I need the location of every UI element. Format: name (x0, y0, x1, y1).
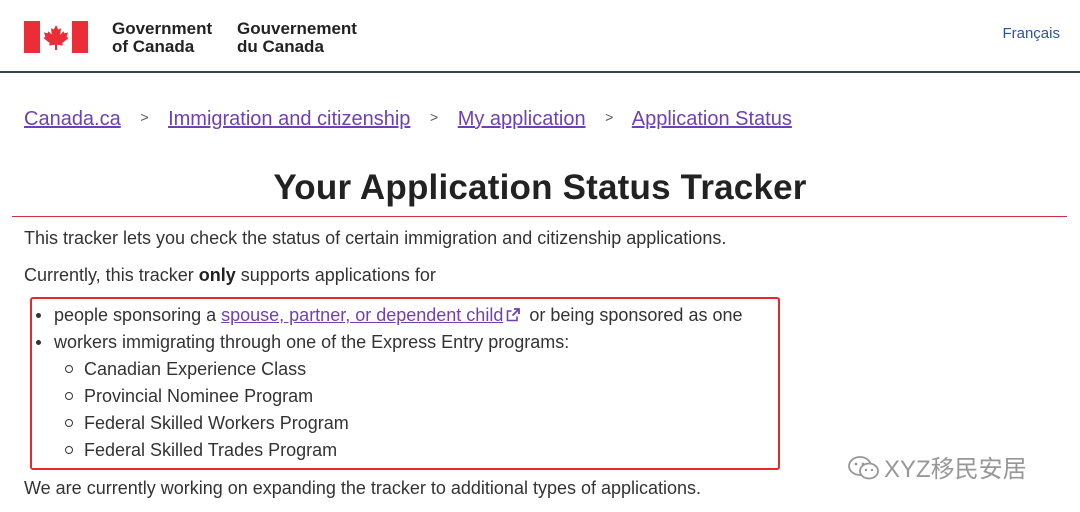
list-item: people sponsoring a spouse, partner, or … (24, 302, 742, 329)
sponsorship-text-start: people sponsoring a (54, 305, 222, 325)
supported-applications-list: people sponsoring a spouse, partner, or … (24, 302, 742, 464)
breadcrumb-separator: > (605, 109, 614, 125)
breadcrumb-separator: > (140, 109, 149, 125)
canada-flag-icon[interactable] (24, 21, 88, 53)
express-entry-text: workers immigrating through one of the E… (54, 332, 570, 352)
signature-en-line-2: of Canada (112, 37, 195, 56)
breadcrumb-immigration[interactable]: Immigration and citizenship (168, 108, 410, 130)
external-link-icon (507, 308, 521, 322)
supported-emphasis: only (198, 265, 236, 285)
sponsorship-text-end: or being sponsored as one (524, 305, 743, 325)
title-divider (12, 216, 1067, 217)
site-header: Government of Canada Gouvernement du Can… (0, 0, 1080, 73)
intro-text: This tracker lets you check the status o… (24, 228, 727, 248)
page-title: Your Application Status Tracker (273, 168, 807, 207)
breadcrumb-canada-ca[interactable]: Canada.ca (24, 108, 121, 130)
language-toggle-link[interactable]: Français (1002, 25, 1060, 42)
list-item: workers immigrating through one of the E… (24, 329, 742, 464)
watermark: XYZ移民安居 (846, 449, 1027, 484)
program-item: Provincial Nominee Program (54, 383, 742, 410)
supported-text-start: Currently, this tracker (24, 265, 199, 285)
program-item: Federal Skilled Workers Program (54, 410, 742, 437)
supported-intro: Currently, this tracker only supports ap… (24, 265, 436, 286)
breadcrumb-my-application[interactable]: My application (458, 108, 586, 130)
signature-fr-line-1: Gouvernement (237, 19, 357, 38)
expansion-note: We are currently working on expanding th… (24, 478, 702, 498)
spouse-partner-child-link[interactable]: spouse, partner, or dependent child (221, 305, 503, 325)
express-entry-programs-list: Canadian Experience Class Provincial Nom… (54, 356, 742, 464)
breadcrumb-application-status[interactable]: Application Status (632, 108, 792, 130)
government-signature-fr[interactable]: Gouvernement du Canada (237, 20, 357, 56)
breadcrumb: Canada.ca > Immigration and citizenship … (24, 108, 792, 131)
watermark-text: XYZ移民安居 (884, 456, 1027, 483)
government-signature-en[interactable]: Government of Canada (112, 20, 212, 56)
header-divider (0, 71, 1080, 73)
signature-en-line-1: Government (112, 19, 213, 38)
program-item: Federal Skilled Trades Program (54, 437, 742, 464)
breadcrumb-separator: > (429, 109, 439, 125)
wechat-icon (848, 456, 879, 480)
program-item: Canadian Experience Class (54, 356, 742, 383)
signature-fr-line-2: du Canada (237, 37, 324, 56)
supported-text-end: supports applications for (235, 265, 436, 285)
